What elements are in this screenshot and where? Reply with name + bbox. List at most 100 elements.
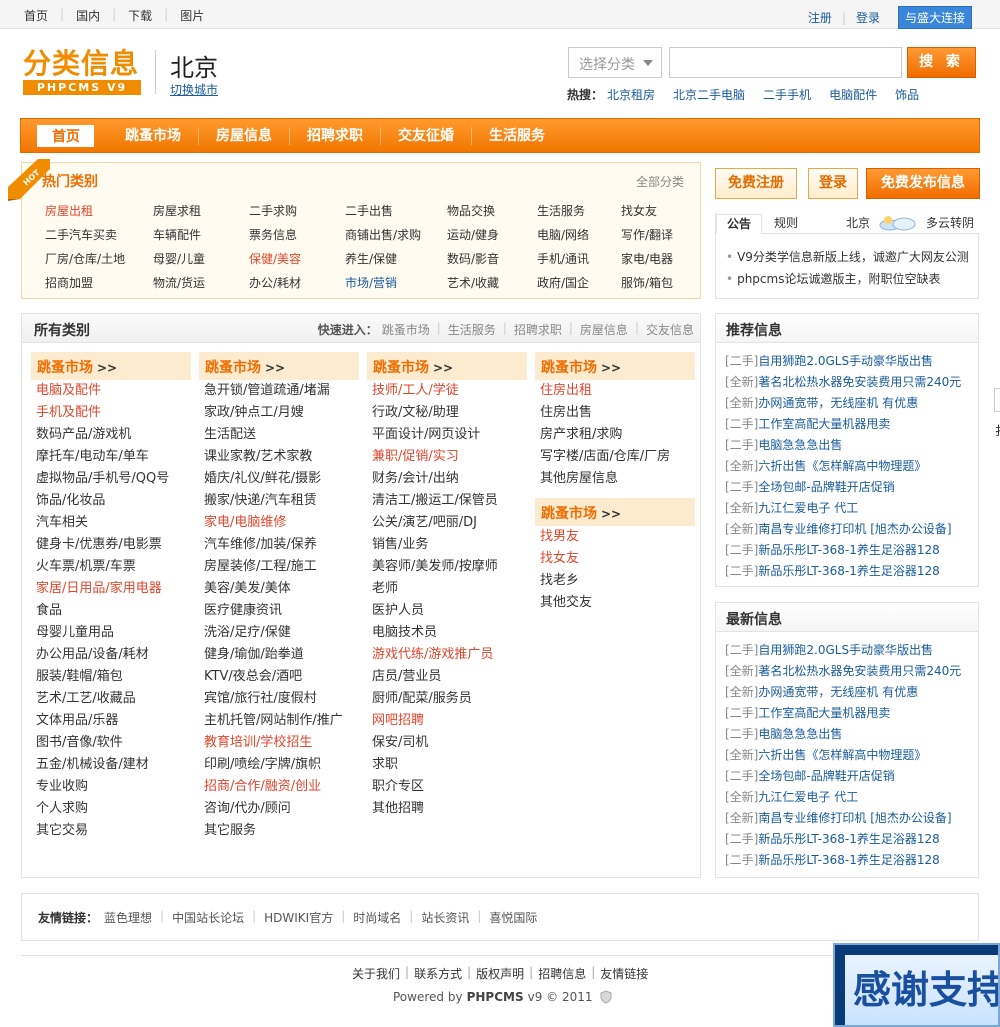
category-link[interactable]: 健身/瑜伽/跆拳道 xyxy=(204,644,359,666)
list-item[interactable]: [全新]六折出售《怎样解高中物理题》 xyxy=(725,745,978,766)
top-link-domestic[interactable]: 国内 xyxy=(74,7,102,24)
hot-category-link[interactable]: 运动/健身 xyxy=(447,227,537,244)
category-link[interactable]: 母婴儿童用品 xyxy=(36,622,191,644)
category-column-head[interactable]: 跳蚤市场 >> xyxy=(535,352,695,380)
category-link[interactable]: 汽车相关 xyxy=(36,512,191,534)
category-link[interactable]: 饰品/化妆品 xyxy=(36,490,191,512)
nav-flea-market[interactable]: 跳蚤市场 xyxy=(108,126,199,145)
category-link[interactable]: 住房出售 xyxy=(540,402,695,424)
top-link-download[interactable]: 下载 xyxy=(126,7,154,24)
tab-announcement[interactable]: 公告 xyxy=(716,214,763,234)
login-link[interactable]: 登录 xyxy=(856,9,880,26)
friend-link[interactable]: 时尚域名 xyxy=(353,909,401,926)
list-item[interactable]: [二手]电脑急急急出售 xyxy=(725,724,978,745)
hot-category-link[interactable]: 母婴/儿童 xyxy=(153,251,249,268)
category-link[interactable]: 销售/业务 xyxy=(372,534,527,556)
hot-category-link[interactable]: 二手出售 xyxy=(345,203,447,220)
category-link[interactable]: 婚庆/礼仪/鲜花/摄影 xyxy=(204,468,359,490)
item-link[interactable]: 办网通宽带，无线座机 有优惠 xyxy=(758,396,918,410)
category-link[interactable]: 医疗健康资讯 xyxy=(204,600,359,622)
category-link[interactable]: 找老乡 xyxy=(540,570,695,592)
item-link[interactable]: 新品乐彤LT-368-1养生足浴器128 xyxy=(758,543,939,557)
login-button[interactable]: 登录 xyxy=(808,168,858,199)
category-link[interactable]: 住房出租 xyxy=(540,380,695,402)
item-link[interactable]: 南昌专业维修打印机 [旭杰办公设备] xyxy=(758,522,951,536)
site-logo[interactable]: 分类信息 PHPCMS V9 xyxy=(23,48,143,96)
search-input[interactable] xyxy=(669,47,902,78)
footer-link[interactable]: 关于我们 xyxy=(352,965,400,982)
footer-link[interactable]: 联系方式 xyxy=(414,965,462,982)
category-link[interactable]: 数码产品/游戏机 xyxy=(36,424,191,446)
hot-category-link[interactable]: 市场/营销 xyxy=(345,275,447,292)
category-link[interactable]: 其他交友 xyxy=(540,592,695,614)
quick-link[interactable]: 跳蚤市场 xyxy=(382,321,430,338)
category-link[interactable]: 写字楼/店面/仓库/厂房 xyxy=(540,446,695,468)
category-link[interactable]: 健身卡/优惠券/电影票 xyxy=(36,534,191,556)
item-link[interactable]: 办网通宽带，无线座机 有优惠 xyxy=(758,685,918,699)
list-item[interactable]: [全新]南昌专业维修打印机 [旭杰办公设备] xyxy=(725,519,978,540)
switch-city-link[interactable]: 切换城市 xyxy=(170,81,218,98)
footer-link[interactable]: 友情链接 xyxy=(600,965,648,982)
category-link[interactable]: 游戏代练/游戏推广员 xyxy=(372,644,527,666)
hot-category-link[interactable]: 手机/通讯 xyxy=(537,251,621,268)
list-item[interactable]: [二手]电脑急急急出售 xyxy=(725,435,978,456)
category-link[interactable]: 课业家教/艺术家教 xyxy=(204,446,359,468)
category-link[interactable]: 电脑技术员 xyxy=(372,622,527,644)
category-link[interactable]: 家居/日用品/家用电器 xyxy=(36,578,191,600)
free-register-button[interactable]: 免费注册 xyxy=(715,168,797,199)
category-column-head[interactable]: 跳蚤市场 >> xyxy=(367,352,527,380)
top-link-images[interactable]: 图片 xyxy=(178,7,206,24)
item-link[interactable]: 电脑急急急出售 xyxy=(758,438,842,452)
category-link[interactable]: 五金/机械设备/建材 xyxy=(36,754,191,776)
footer-link[interactable]: 招聘信息 xyxy=(538,965,586,982)
nav-jobs[interactable]: 招聘求职 xyxy=(290,126,381,145)
item-link[interactable]: 著名北松热水器免安装费用只需240元 xyxy=(758,664,961,678)
item-link[interactable]: 全场包邮-品牌鞋开店促销 xyxy=(758,769,894,783)
item-link[interactable]: 自用狮跑2.0GLS手动豪华版出售 xyxy=(758,354,933,368)
quick-link[interactable]: 房屋信息 xyxy=(580,321,628,338)
category-link[interactable]: 虚拟物品/手机号/QQ号 xyxy=(36,468,191,490)
category-column-head[interactable]: 跳蚤市场 >> xyxy=(31,352,191,380)
list-item[interactable]: [二手]新品乐彤LT-368-1养生足浴器128 xyxy=(725,829,978,850)
category-link[interactable]: 教育培训/学校招生 xyxy=(204,732,359,754)
category-link[interactable]: 财务/会计/出纳 xyxy=(372,468,527,490)
list-item[interactable]: [全新]著名北松热水器免安装费用只需240元 xyxy=(725,372,978,393)
category-link[interactable]: 艺术/工艺/收藏品 xyxy=(36,688,191,710)
tab-rules[interactable]: 规则 xyxy=(764,214,808,234)
category-link[interactable]: 兼职/促销/实习 xyxy=(372,446,527,468)
hot-category-link[interactable]: 招商加盟 xyxy=(45,275,153,292)
category-link[interactable]: 找女友 xyxy=(540,548,695,570)
hot-category-link[interactable]: 生活服务 xyxy=(537,203,621,220)
list-item[interactable]: [二手]工作室高配大量机器甩卖 xyxy=(725,703,978,724)
list-item[interactable]: [全新]办网通宽带，无线座机 有优惠 xyxy=(725,682,978,703)
item-link[interactable]: 工作室高配大量机器甩卖 xyxy=(758,417,890,431)
category-link[interactable]: 医护人员 xyxy=(372,600,527,622)
category-link[interactable]: 网吧招聘 xyxy=(372,710,527,732)
nav-housing[interactable]: 房屋信息 xyxy=(199,126,290,145)
hot-category-link[interactable]: 物流/货运 xyxy=(153,275,249,292)
category-link[interactable]: 文体用品/乐器 xyxy=(36,710,191,732)
category-link[interactable]: 美容/美发/美体 xyxy=(204,578,359,600)
all-categories-link[interactable]: 全部分类 xyxy=(636,173,684,190)
notice-item[interactable]: phpcms论坛诚邀版主，附职位空缺表 xyxy=(726,268,969,290)
category-link[interactable]: 公关/演艺/吧丽/DJ xyxy=(372,512,527,534)
hot-category-link[interactable]: 物品交换 xyxy=(447,203,537,220)
category-link[interactable]: 其它服务 xyxy=(204,820,359,842)
hot-category-link[interactable]: 写作/翻译 xyxy=(621,227,691,244)
category-link[interactable]: KTV/夜总会/酒吧 xyxy=(204,666,359,688)
friend-link[interactable]: 蓝色理想 xyxy=(104,909,152,926)
category-column-head[interactable]: 跳蚤市场 >> xyxy=(535,498,695,526)
hot-search-link[interactable]: 饰品 xyxy=(895,86,919,103)
edge-widget[interactable] xyxy=(994,388,1000,412)
hot-search-link[interactable]: 二手手机 xyxy=(763,86,811,103)
hot-search-link[interactable]: 北京二手电脑 xyxy=(673,86,745,103)
hot-search-link[interactable]: 电脑配件 xyxy=(829,86,877,103)
list-item[interactable]: [全新]六折出售《怎样解高中物理题》 xyxy=(725,456,978,477)
quick-link[interactable]: 交友信息 xyxy=(646,321,694,338)
hot-category-link[interactable]: 艺术/收藏 xyxy=(447,275,537,292)
hot-category-link[interactable]: 房屋求租 xyxy=(153,203,249,220)
powered-brand[interactable]: PHPCMS xyxy=(467,990,524,1004)
item-link[interactable]: 九江仁爱电子 代工 xyxy=(758,501,858,515)
category-link[interactable]: 专业收购 xyxy=(36,776,191,798)
top-link-home[interactable]: 首页 xyxy=(22,7,50,24)
